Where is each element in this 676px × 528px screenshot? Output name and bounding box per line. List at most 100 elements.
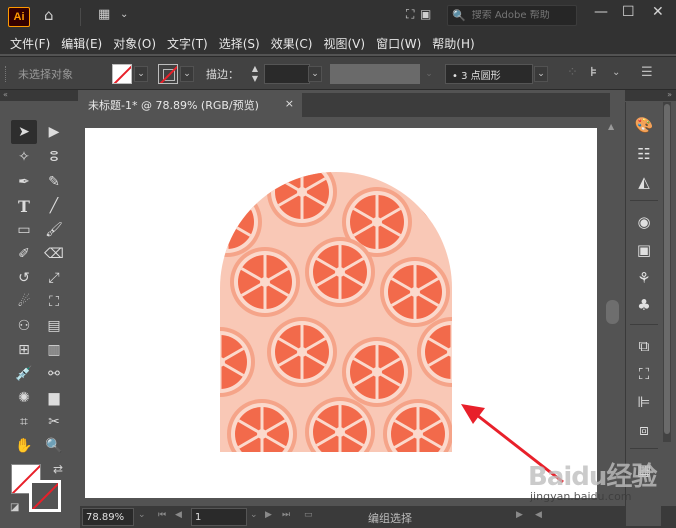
artboard-nav-icon[interactable]: ▭ — [304, 510, 313, 520]
appearance-icon[interactable]: ◉ — [634, 212, 654, 232]
arrange-documents-icon[interactable]: ⛶ — [406, 7, 414, 22]
last-artboard-icon[interactable]: ⏭ — [282, 510, 290, 520]
graphic-styles-icon[interactable]: ▣ — [634, 240, 654, 260]
align-panel-icon[interactable]: ⊫ — [634, 392, 654, 412]
gradient-tool-icon[interactable]: ▥ — [41, 338, 67, 362]
menu-window[interactable]: 窗口(W) — [376, 35, 421, 52]
line-tool-icon[interactable]: ╱ — [41, 194, 67, 218]
swap-fill-stroke-icon[interactable]: ⇄ — [53, 462, 63, 476]
transform-icon[interactable]: ⛶ — [634, 364, 654, 384]
artboard-tool-icon[interactable]: ⌗ — [11, 410, 37, 434]
symbols-icon[interactable]: ♣ — [634, 295, 654, 315]
direct-selection-tool-icon[interactable]: ▶ — [41, 120, 67, 144]
panel-scrollbar[interactable] — [663, 102, 671, 442]
panel-grip[interactable] — [5, 66, 8, 82]
rectangle-tool-icon[interactable]: ▭ — [11, 218, 37, 242]
column-graph-tool-icon[interactable]: ▆ — [41, 386, 67, 410]
stroke-dropdown[interactable]: ⌄ — [180, 66, 194, 82]
orange-slice-pattern-shape[interactable] — [220, 172, 452, 452]
layout-icon[interactable]: ▣ — [420, 7, 431, 21]
scroll-left-icon[interactable]: ◀ — [535, 510, 542, 520]
minimize-button[interactable]: — — [594, 4, 608, 20]
pen-tool-icon[interactable]: ✒ — [11, 170, 37, 194]
close-icon[interactable]: × — [285, 97, 294, 110]
selection-status-label: 未选择对象 — [18, 68, 73, 81]
stroke-weight-label[interactable]: 描边： — [206, 66, 239, 82]
panel-menu-icon[interactable]: ☰ — [641, 65, 653, 80]
chevron-right-icon[interactable]: ▶ — [516, 510, 523, 520]
artboard-number-field[interactable]: 1 — [191, 508, 247, 526]
chevron-down-icon[interactable]: ⌄ — [250, 510, 258, 520]
chevron-down-icon[interactable]: ⌄ — [120, 9, 128, 20]
stroke-color-box[interactable] — [29, 480, 61, 512]
stroke-weight-stepper[interactable]: ▲ ▼ — [246, 64, 264, 84]
properties-icon[interactable]: ☷ — [634, 144, 654, 164]
eraser-tool-icon[interactable]: ⌫ — [41, 242, 67, 266]
paintbrush-tool-icon[interactable]: 🖌 — [41, 218, 67, 242]
fill-swatch[interactable] — [112, 64, 132, 84]
brush-dropdown[interactable]: ⌄ — [534, 66, 548, 82]
close-window-button[interactable]: ✕ — [652, 4, 664, 20]
shape-builder-tool-icon[interactable]: ⚇ — [11, 314, 37, 338]
zoom-level-field[interactable]: 78.89% — [82, 508, 134, 526]
document-tab[interactable]: 未标题-1* @ 78.89% (RGB/预览) × — [80, 93, 302, 117]
brushes-icon[interactable]: ⚘ — [634, 268, 654, 288]
previous-artboard-icon[interactable]: ◀ — [175, 510, 182, 520]
layers-icon[interactable]: ⧉ — [634, 336, 654, 356]
symbol-sprayer-tool-icon[interactable]: ✺ — [11, 386, 37, 410]
stroke-weight-dropdown[interactable]: ⌄ — [308, 66, 322, 82]
stroke-swatch[interactable] — [158, 64, 178, 84]
grid-icon[interactable]: ⁘ — [567, 65, 578, 80]
menu-effect[interactable]: 效果(C) — [271, 35, 313, 52]
free-transform-tool-icon[interactable]: ⛶ — [41, 290, 67, 314]
menu-select[interactable]: 选择(S) — [219, 35, 260, 52]
variable-width-profile[interactable] — [330, 64, 420, 84]
menu-view[interactable]: 视图(V) — [323, 35, 365, 52]
align-icon[interactable]: ⊧ — [590, 65, 597, 80]
profile-dropdown[interactable]: ⌄ — [422, 66, 436, 82]
maximize-button[interactable]: ☐ — [622, 4, 635, 20]
toolbar-collapse-strip[interactable]: « — [0, 90, 78, 101]
type-tool-icon[interactable]: T — [11, 194, 37, 218]
scale-tool-icon[interactable]: ⤢ — [41, 266, 67, 290]
eyedropper-tool-icon[interactable]: 💉 — [11, 362, 37, 386]
brush-definition-field[interactable]: • 3 点圆形 — [445, 64, 533, 84]
rotate-tool-icon[interactable]: ↺ — [11, 266, 37, 290]
status-text[interactable]: 编组选择 — [368, 510, 412, 526]
color-guide-icon[interactable]: ◭ — [634, 172, 654, 192]
selection-tool-icon[interactable]: ➤ — [11, 120, 37, 144]
panel-scrollbar-thumb[interactable] — [664, 104, 670, 434]
scroll-up-icon[interactable]: ▲ — [608, 122, 614, 131]
search-help-box[interactable]: 🔍 — [447, 5, 577, 26]
magic-wand-tool-icon[interactable]: ✧ — [11, 145, 37, 169]
blend-tool-icon[interactable]: ⚯ — [41, 362, 67, 386]
menu-type[interactable]: 文字(T) — [167, 35, 208, 52]
warp-tool-icon[interactable]: ☄ — [11, 290, 37, 314]
fill-dropdown[interactable]: ⌄ — [134, 66, 148, 82]
menu-file[interactable]: 文件(F) — [10, 35, 50, 52]
default-fill-stroke-icon[interactable]: ◪ — [10, 502, 19, 513]
menu-object[interactable]: 对象(O) — [113, 35, 156, 52]
chevron-down-icon[interactable]: ⌄ — [138, 510, 146, 520]
color-palette-icon[interactable]: 🎨 — [634, 115, 654, 135]
first-artboard-icon[interactable]: ⏮ — [158, 510, 166, 520]
curvature-tool-icon[interactable]: ✎ — [41, 170, 67, 194]
menu-edit[interactable]: 编辑(E) — [61, 35, 102, 52]
zoom-tool-icon[interactable]: 🔍 — [41, 434, 67, 458]
lasso-tool-icon[interactable]: ⵓ — [41, 145, 67, 169]
slice-tool-icon[interactable]: ✂ — [41, 410, 67, 434]
menu-help[interactable]: 帮助(H) — [432, 35, 474, 52]
workspace-switcher-icon[interactable]: ▦ — [98, 7, 110, 22]
scrollbar-thumb[interactable] — [606, 300, 619, 324]
next-artboard-icon[interactable]: ▶ — [265, 510, 272, 520]
chevron-down-icon[interactable]: ⌄ — [612, 67, 620, 78]
mesh-tool-icon[interactable]: ⊞ — [11, 338, 37, 362]
hand-tool-icon[interactable]: ✋ — [11, 434, 37, 458]
home-icon[interactable]: ⌂ — [44, 6, 54, 24]
perspective-grid-tool-icon[interactable]: ▤ — [41, 314, 67, 338]
shaper-tool-icon[interactable]: ✐ — [11, 242, 37, 266]
panel-collapse-strip[interactable]: » — [625, 90, 676, 101]
search-input[interactable] — [471, 10, 572, 21]
stroke-weight-input[interactable] — [264, 64, 310, 84]
pathfinder-icon[interactable]: ⧈ — [634, 420, 654, 440]
